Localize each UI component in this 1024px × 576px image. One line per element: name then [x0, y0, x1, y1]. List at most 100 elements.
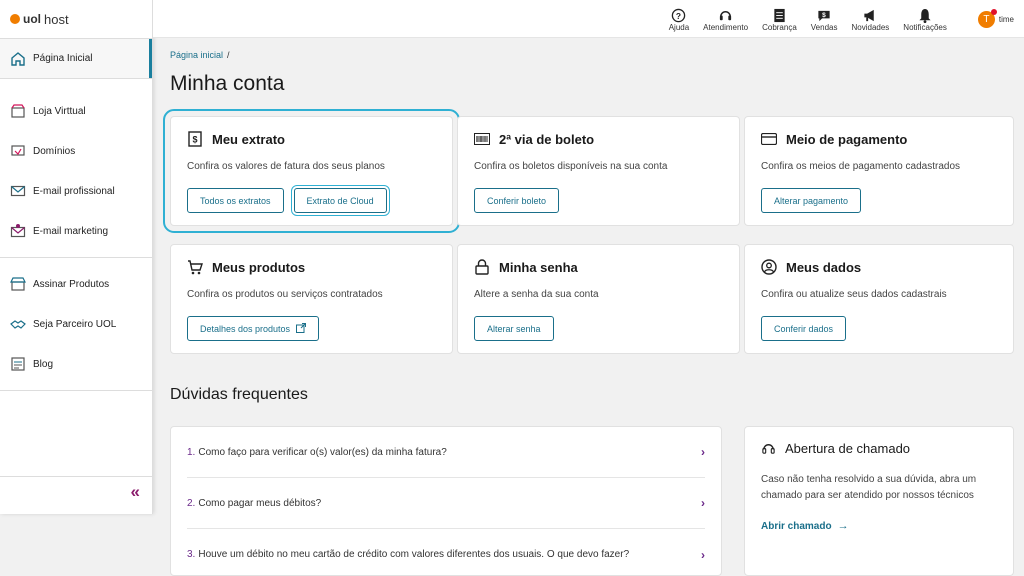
- faq-question: 1. Como faço para verificar o(s) valor(es…: [187, 447, 447, 458]
- statement-icon: $: [187, 131, 203, 147]
- credit-card-icon: [761, 131, 777, 147]
- sidebar-item-label: Domínios: [33, 145, 76, 157]
- card-payment-method: Meio de pagamento Confira os meios de pa…: [744, 116, 1014, 226]
- breadcrumb-home-link[interactable]: Página inicial: [170, 50, 223, 60]
- faq-item[interactable]: 1. Como faço para verificar o(s) valor(es…: [187, 427, 705, 478]
- ticket-desc: Caso não tenha resolvido a sua dúvida, a…: [761, 474, 977, 501]
- sidebar-item-label: Loja Virttual: [33, 105, 86, 117]
- all-statements-button[interactable]: Todos os extratos: [187, 188, 284, 213]
- faq-item[interactable]: 3. Houve um débito no meu cartão de crédi…: [187, 529, 705, 576]
- card-desc: Confira os valores de fatura dos seus pl…: [187, 161, 385, 172]
- chevron-right-icon: ›: [701, 496, 705, 510]
- card-desc: Confira os produtos ou serviços contrata…: [187, 289, 383, 300]
- cart-icon: [187, 259, 203, 275]
- barcode-icon: [474, 131, 490, 147]
- faq-text: Houve um débito no meu cartão de crédito…: [198, 549, 630, 560]
- ticket-title-text: Abertura de chamado: [785, 441, 911, 456]
- sales-label: Vendas: [810, 23, 838, 32]
- sidebar-item-home[interactable]: Página Inicial: [0, 39, 152, 78]
- sidebar-item-subscribe[interactable]: Assinar Produtos: [0, 264, 152, 304]
- card-buttons: Conferir dados: [761, 316, 997, 341]
- faq-list: 1. Como faço para verificar o(s) valor(es…: [170, 426, 722, 576]
- faq-number: 1.: [187, 446, 196, 458]
- notifications-label: Notificações: [903, 23, 947, 32]
- sidebar-item-email-pro[interactable]: E-mail profissional: [0, 171, 152, 211]
- sidebar: uol host Página Inicial Loja Virttual Do…: [0, 0, 153, 514]
- sales-icon: $: [816, 6, 832, 23]
- top-actions: ? Ajuda Atendimento Cobrança $ Vendas No…: [662, 0, 1024, 38]
- card-title: Meio de pagamento: [761, 131, 997, 147]
- user-name: time: [998, 14, 1014, 24]
- chevron-right-icon: ›: [701, 547, 705, 562]
- card-desc: Confira os meios de pagamento cadastrado…: [761, 161, 961, 172]
- change-password-button[interactable]: Alterar senha: [474, 316, 554, 341]
- sidebar-item-domains[interactable]: Domínios: [0, 131, 152, 171]
- faq-title: Dúvidas frequentes: [170, 386, 308, 403]
- page-title: Minha conta: [170, 72, 285, 95]
- card-buttons: Alterar senha: [474, 316, 723, 341]
- card-products: Meus produtos Confira os produtos ou ser…: [170, 244, 453, 354]
- change-payment-button[interactable]: Alterar pagamento: [761, 188, 862, 213]
- arrow-right-icon: →: [837, 520, 849, 532]
- sidebar-item-email-marketing[interactable]: E-mail marketing: [0, 211, 152, 251]
- external-link-icon: [296, 322, 307, 335]
- faq-text: Como faço para verificar o(s) valor(es) …: [198, 446, 447, 458]
- ticket-title: Abertura de chamado: [761, 441, 997, 456]
- support-button[interactable]: Atendimento: [696, 6, 755, 32]
- support-label: Atendimento: [703, 23, 749, 32]
- faq-item[interactable]: 2. Como pagar meus débitos? ›: [187, 478, 705, 529]
- product-details-button[interactable]: Detalhes dos produtos: [187, 316, 320, 341]
- ticket-card: Abertura de chamado Caso não tenha resol…: [744, 426, 1014, 576]
- logo[interactable]: uol host: [0, 0, 152, 38]
- headset-icon: [761, 441, 776, 456]
- news-button[interactable]: Novidades: [844, 6, 896, 32]
- card-title: Meus produtos: [187, 259, 436, 275]
- faq-number: 2.: [187, 497, 196, 509]
- help-label: Ajuda: [668, 23, 690, 32]
- faq-question: 2. Como pagar meus débitos?: [187, 498, 321, 509]
- faq-question: 3. Houve um débito no meu cartão de crédi…: [187, 549, 629, 560]
- cloud-statement-button[interactable]: Extrato de Cloud: [290, 185, 390, 216]
- collapse-sidebar-button[interactable]: «: [131, 482, 140, 502]
- card-buttons: Detalhes dos produtos: [187, 316, 436, 341]
- sidebar-item-label: E-mail profissional: [33, 185, 115, 197]
- divider: [0, 390, 152, 391]
- card-boleto: 2ª via de boleto Confira os boletos disp…: [457, 116, 740, 226]
- card-title-text: 2ª via de boleto: [499, 131, 595, 147]
- open-ticket-label: Abrir chamado: [761, 520, 832, 532]
- check-boleto-button[interactable]: Conferir boleto: [474, 188, 560, 213]
- headset-icon: [718, 6, 733, 23]
- sidebar-item-blog[interactable]: Blog: [0, 344, 152, 384]
- sales-button[interactable]: $ Vendas: [804, 6, 845, 32]
- sidebar-item-partner[interactable]: Seja Parceiro UOL: [0, 304, 152, 344]
- card-title-text: Meio de pagamento: [786, 131, 908, 147]
- card-desc: Confira os boletos disponíveis na sua co…: [474, 161, 668, 172]
- sidebar-item-store[interactable]: Loja Virttual: [0, 91, 152, 131]
- top-bar: ? Ajuda Atendimento Cobrança $ Vendas No…: [153, 0, 1024, 38]
- megaphone-icon: [862, 6, 878, 23]
- main-content: Página inicial / Minha conta $ Meu extrat…: [163, 50, 1020, 576]
- help-icon: ?: [671, 6, 686, 23]
- mail-marketing-icon: [10, 223, 26, 239]
- check-data-button[interactable]: Conferir dados: [761, 316, 847, 341]
- help-button[interactable]: ? Ajuda: [662, 6, 696, 32]
- card-desc: Altere a senha da sua conta: [474, 289, 599, 300]
- handshake-icon: [10, 316, 26, 332]
- avatar: T: [977, 8, 997, 28]
- card-my-data: Meus dados Confira ou atualize seus dado…: [744, 244, 1014, 354]
- chevron-right-icon: ›: [701, 445, 705, 459]
- sidebar-item-label: Blog: [33, 358, 54, 370]
- home-icon: [10, 51, 26, 67]
- shop-icon: [10, 276, 26, 292]
- product-details-label: Detalhes dos produtos: [200, 323, 291, 334]
- card-title-text: Meus dados: [786, 259, 862, 275]
- notifications-button[interactable]: Notificações: [896, 6, 954, 32]
- sidebar-item-label: Página Inicial: [33, 53, 93, 64]
- bell-icon: [918, 6, 932, 23]
- open-ticket-link[interactable]: Abrir chamado →: [761, 520, 997, 532]
- sidebar-item-label: Seja Parceiro UOL: [33, 318, 117, 330]
- billing-button[interactable]: Cobrança: [755, 6, 804, 32]
- user-menu[interactable]: T time: [954, 8, 1024, 28]
- store-icon: [10, 103, 26, 119]
